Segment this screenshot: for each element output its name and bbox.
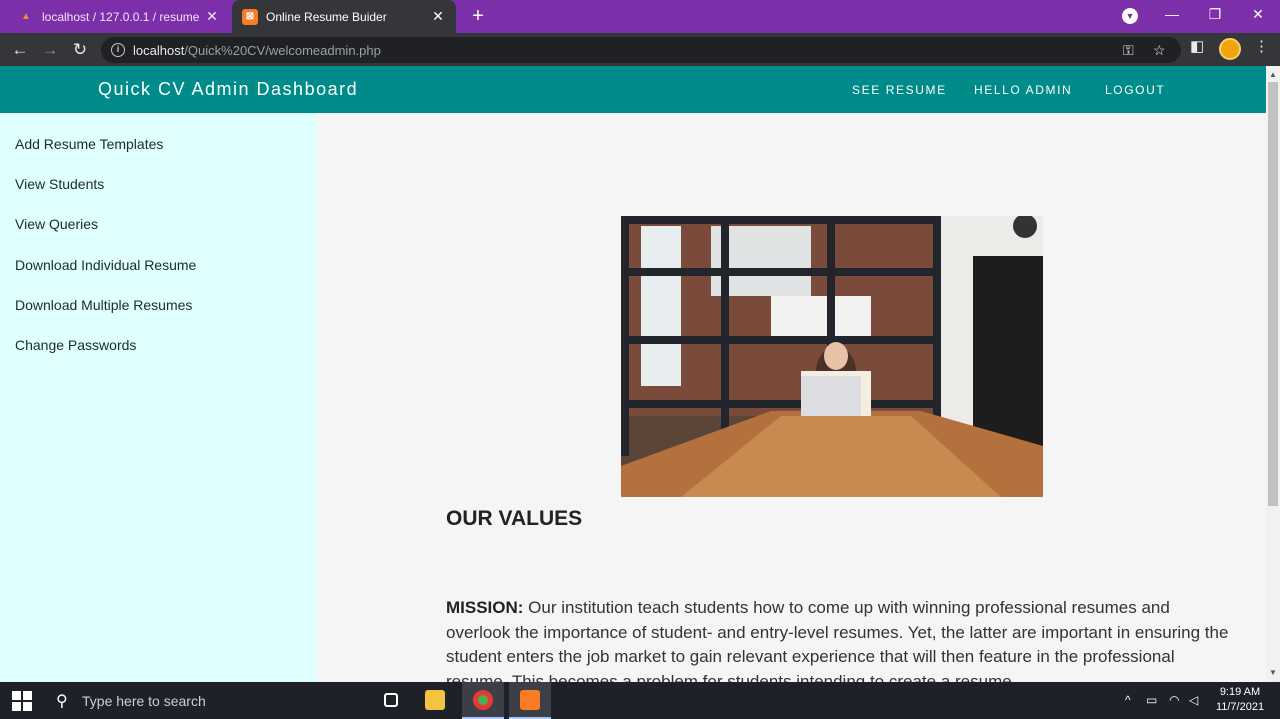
file-explorer-icon[interactable] bbox=[414, 682, 456, 719]
sidebar-item-change-passwords[interactable]: Change Passwords bbox=[15, 337, 136, 353]
tab-online-resume-builder[interactable]: ⊠ Online Resume Buider ✕ bbox=[232, 0, 456, 33]
our-values-heading: OUR VALUES bbox=[446, 507, 583, 530]
nav-see-resume[interactable]: SEE RESUME bbox=[852, 83, 947, 97]
task-view-icon[interactable] bbox=[370, 682, 412, 719]
address-bar[interactable]: i localhost/Quick%20CV/welcomeadmin.php … bbox=[101, 37, 1181, 63]
forward-arrow-icon[interactable]: → bbox=[37, 37, 63, 63]
browser-tab-strip: ▲ localhost / 127.0.0.1 / resume / a ✕ ⊠… bbox=[0, 0, 1280, 33]
key-icon[interactable]: ⚿ bbox=[1123, 42, 1134, 59]
side-panel-icon[interactable]: ◧ bbox=[1190, 37, 1204, 55]
tab-phpmyadmin[interactable]: ▲ localhost / 127.0.0.1 / resume / a ✕ bbox=[8, 0, 230, 33]
taskbar-search[interactable]: ⚲ Type here to search bbox=[48, 682, 368, 719]
back-arrow-icon[interactable]: ← bbox=[7, 37, 33, 63]
clock-time: 9:19 AM bbox=[1219, 686, 1261, 698]
sidebar-item-download-individual-resume[interactable]: Download Individual Resume bbox=[15, 257, 196, 273]
battery-icon[interactable]: ▭ bbox=[1146, 693, 1157, 707]
sidebar-item-view-queries[interactable]: View Queries bbox=[15, 216, 98, 232]
brand-title[interactable]: Quick CV Admin Dashboard bbox=[98, 79, 358, 100]
mission-paragraph: MISSION: Our institution teach students … bbox=[446, 596, 1236, 682]
browser-toolbar: ← → ↻ i localhost/Quick%20CV/welcomeadmi… bbox=[0, 33, 1280, 66]
taskbar-clock[interactable]: 9:19 AM 11/7/2021 bbox=[1210, 685, 1270, 715]
volume-icon[interactable]: ◁ bbox=[1189, 693, 1198, 707]
sidebar: Add Resume Templates View Students View … bbox=[0, 113, 317, 682]
web-page: Quick CV Admin Dashboard SEE RESUME HELL… bbox=[0, 66, 1266, 682]
nav-logout[interactable]: LOGOUT bbox=[1105, 83, 1165, 97]
xampp-icon: ⊠ bbox=[242, 8, 258, 25]
sidebar-item-download-multiple-resumes[interactable]: Download Multiple Resumes bbox=[15, 297, 192, 313]
top-navbar: Quick CV Admin Dashboard SEE RESUME HELL… bbox=[0, 66, 1266, 113]
close-window-button[interactable]: ✕ bbox=[1238, 0, 1278, 30]
clock-date: 11/7/2021 bbox=[1215, 701, 1265, 713]
sidebar-item-add-resume-templates[interactable]: Add Resume Templates bbox=[15, 136, 163, 152]
menu-kebab-icon[interactable]: ⋮ bbox=[1254, 37, 1269, 55]
scroll-thumb[interactable] bbox=[1268, 82, 1278, 506]
minimize-button[interactable]: — bbox=[1152, 0, 1192, 30]
tab-title: Online Resume Buider bbox=[266, 9, 387, 24]
new-tab-button[interactable]: + bbox=[466, 4, 490, 28]
nav-hello-admin[interactable]: HELLO ADMIN bbox=[974, 83, 1072, 97]
reload-icon[interactable]: ↻ bbox=[67, 37, 93, 63]
windows-taskbar: ⚲ Type here to search ^ ▭ ◠ ◁ 9:19 AM 11… bbox=[0, 682, 1280, 719]
mission-text: Our institution teach students how to co… bbox=[446, 598, 1229, 682]
windows-start-icon[interactable] bbox=[12, 691, 32, 711]
close-icon[interactable]: ✕ bbox=[428, 8, 448, 25]
restore-button[interactable]: ❐ bbox=[1195, 0, 1235, 30]
chevron-up-icon[interactable]: ^ bbox=[1125, 693, 1131, 707]
search-icon: ⚲ bbox=[56, 693, 68, 710]
wifi-icon[interactable]: ◠ bbox=[1169, 693, 1179, 707]
sidebar-item-view-students[interactable]: View Students bbox=[15, 176, 104, 192]
info-icon[interactable]: i bbox=[111, 43, 125, 57]
mission-label: MISSION: bbox=[446, 598, 524, 617]
xampp-taskbar-icon[interactable] bbox=[509, 682, 551, 719]
tab-title: localhost / 127.0.0.1 / resume / a bbox=[42, 9, 202, 24]
close-icon[interactable]: ✕ bbox=[202, 8, 222, 25]
main-content: OUR VALUES MISSION: Our institution teac… bbox=[317, 113, 1266, 682]
chrome-icon[interactable] bbox=[462, 682, 504, 719]
scroll-down-icon[interactable]: ▼ bbox=[1266, 666, 1280, 680]
tab-search-icon[interactable]: ▼ bbox=[1122, 8, 1138, 24]
page-scrollbar[interactable]: ▲ ▼ bbox=[1266, 66, 1280, 682]
office-hero-image bbox=[621, 216, 1043, 497]
search-placeholder: Type here to search bbox=[82, 693, 206, 709]
url-text: localhost/Quick%20CV/welcomeadmin.php bbox=[133, 43, 381, 58]
scroll-up-icon[interactable]: ▲ bbox=[1266, 68, 1280, 82]
profile-avatar[interactable] bbox=[1219, 38, 1241, 60]
star-icon[interactable]: ☆ bbox=[1153, 42, 1166, 59]
phpmyadmin-icon: ▲ bbox=[21, 11, 31, 22]
